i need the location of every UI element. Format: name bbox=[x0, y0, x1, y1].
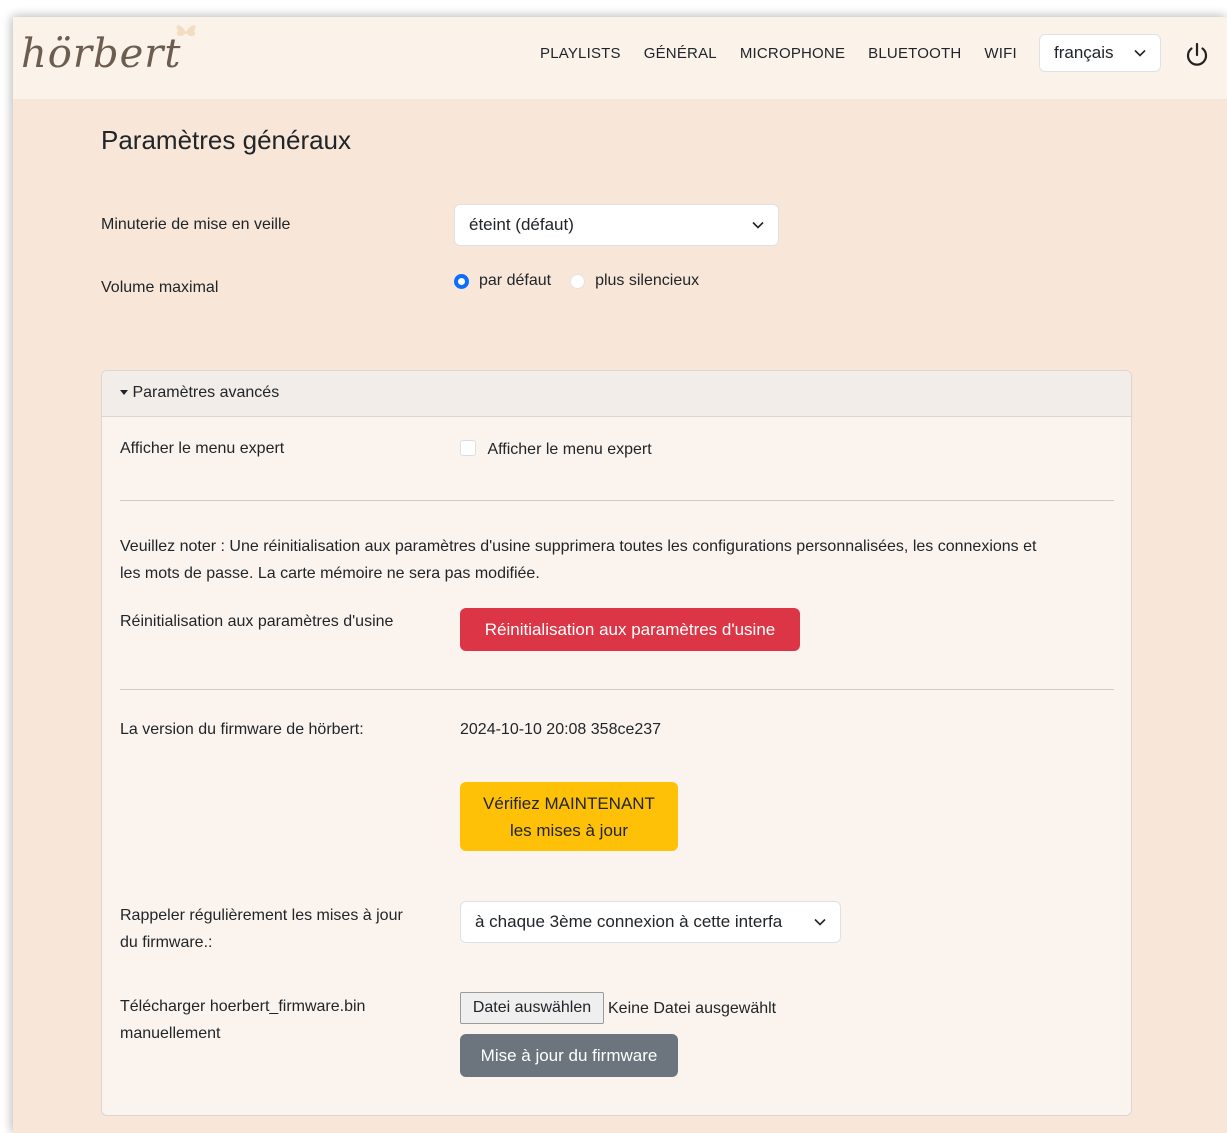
update-reminder-label: Rappeler régulièrement les mises à jour … bbox=[120, 902, 403, 956]
butterfly-logo-icon bbox=[176, 25, 196, 37]
expert-menu-checkbox[interactable] bbox=[460, 440, 476, 456]
firmware-upload-label-line-1: Télécharger hoerbert_firmware.bin bbox=[120, 998, 366, 1015]
volume-default-label[interactable]: par défaut bbox=[479, 272, 551, 290]
advanced-settings-card: Paramètres avancés Afficher le menu expe… bbox=[101, 370, 1132, 1116]
chevron-down-icon bbox=[814, 918, 826, 926]
sleep-timer-value: éteint (défaut) bbox=[469, 215, 574, 234]
main-nav: PLAYLISTS GÉNÉRAL MICROPHONE BLUETOOTH W… bbox=[540, 45, 1040, 62]
app-window: hörbert PLAYLISTS GÉNÉRAL MICROPHONE BLU… bbox=[13, 17, 1227, 1133]
firmware-version-label: La version du firmware de hörbert: bbox=[120, 721, 364, 738]
advanced-settings-header[interactable]: Paramètres avancés bbox=[102, 371, 1131, 417]
volume-default-radio[interactable] bbox=[454, 273, 469, 289]
nav-playlists[interactable]: PLAYLISTS bbox=[540, 45, 621, 62]
note-line-2: les mots de passe. La carte mémoire ne s… bbox=[120, 565, 540, 582]
check-updates-line-2: les mises à jour bbox=[509, 820, 629, 840]
update-reminder-label-line-1: Rappeler régulièrement les mises à jour bbox=[120, 907, 403, 924]
firmware-version-value: 2024-10-10 20:08 358ce237 bbox=[460, 721, 662, 738]
volume-quiet-label[interactable]: plus silencieux bbox=[595, 272, 699, 290]
hoerbert-logo[interactable]: hörbert bbox=[21, 31, 181, 77]
factory-reset-note: Veuillez noter : Une réinitialisation au… bbox=[120, 533, 1120, 587]
firmware-update-button[interactable]: Mise à jour du firmware bbox=[460, 1034, 678, 1077]
update-reminder-label-line-2: du firmware.: bbox=[120, 934, 213, 951]
page-title: Paramètres généraux bbox=[101, 125, 352, 155]
max-volume-label: Volume maximal bbox=[101, 279, 219, 296]
sleep-timer-select[interactable]: éteint (défaut) bbox=[454, 204, 779, 246]
nav-microphone[interactable]: MICROPHONE bbox=[740, 45, 845, 62]
file-status: Keine Datei ausgewählt bbox=[608, 1000, 777, 1017]
check-updates-line-1: Vérifiez MAINTENANT bbox=[483, 793, 655, 813]
language-select[interactable]: français bbox=[1039, 34, 1161, 72]
expert-menu-label: Afficher le menu expert bbox=[120, 440, 285, 457]
power-icon[interactable] bbox=[1184, 41, 1210, 69]
expert-menu-checkbox-label[interactable]: Afficher le menu expert bbox=[487, 441, 651, 458]
nav-bluetooth[interactable]: BLUETOOTH bbox=[868, 45, 961, 62]
volume-quiet-radio[interactable] bbox=[570, 273, 586, 289]
update-reminder-select[interactable]: à chaque 3ème connexion à cette interfa bbox=[460, 901, 841, 943]
sleep-timer-label: Minuterie de mise en veille bbox=[101, 216, 291, 233]
check-updates-button[interactable]: Vérifiez MAINTENANT les mises à jour bbox=[460, 782, 678, 851]
chevron-down-icon bbox=[752, 221, 764, 229]
factory-reset-button[interactable]: Réinitialisation aux paramètres d'usine bbox=[460, 608, 800, 651]
top-navbar: hörbert PLAYLISTS GÉNÉRAL MICROPHONE BLU… bbox=[13, 17, 1227, 99]
choose-file-button[interactable]: Datei auswählen bbox=[460, 992, 604, 1024]
expert-menu-toggle[interactable]: Afficher le menu expert bbox=[460, 440, 652, 459]
divider bbox=[120, 500, 1114, 501]
note-line-1: Veuillez noter : Une réinitialisation au… bbox=[120, 538, 1037, 555]
firmware-upload-label-line-2: manuellement bbox=[120, 1025, 221, 1042]
chevron-down-icon bbox=[1134, 49, 1146, 57]
caret-down-icon bbox=[120, 390, 128, 395]
nav-wifi[interactable]: WIFI bbox=[984, 45, 1016, 62]
factory-reset-label: Réinitialisation aux paramètres d'usine bbox=[120, 613, 394, 630]
update-reminder-value: à chaque 3ème connexion à cette interfa bbox=[475, 912, 783, 931]
nav-general[interactable]: GÉNÉRAL bbox=[644, 45, 717, 62]
divider bbox=[120, 689, 1114, 690]
language-value: français bbox=[1054, 43, 1114, 62]
volume-radio-group: par défaut plus silencieux bbox=[454, 272, 699, 290]
firmware-upload-label: Télécharger hoerbert_firmware.bin manuel… bbox=[120, 993, 365, 1047]
advanced-settings-title: Paramètres avancés bbox=[132, 384, 280, 401]
